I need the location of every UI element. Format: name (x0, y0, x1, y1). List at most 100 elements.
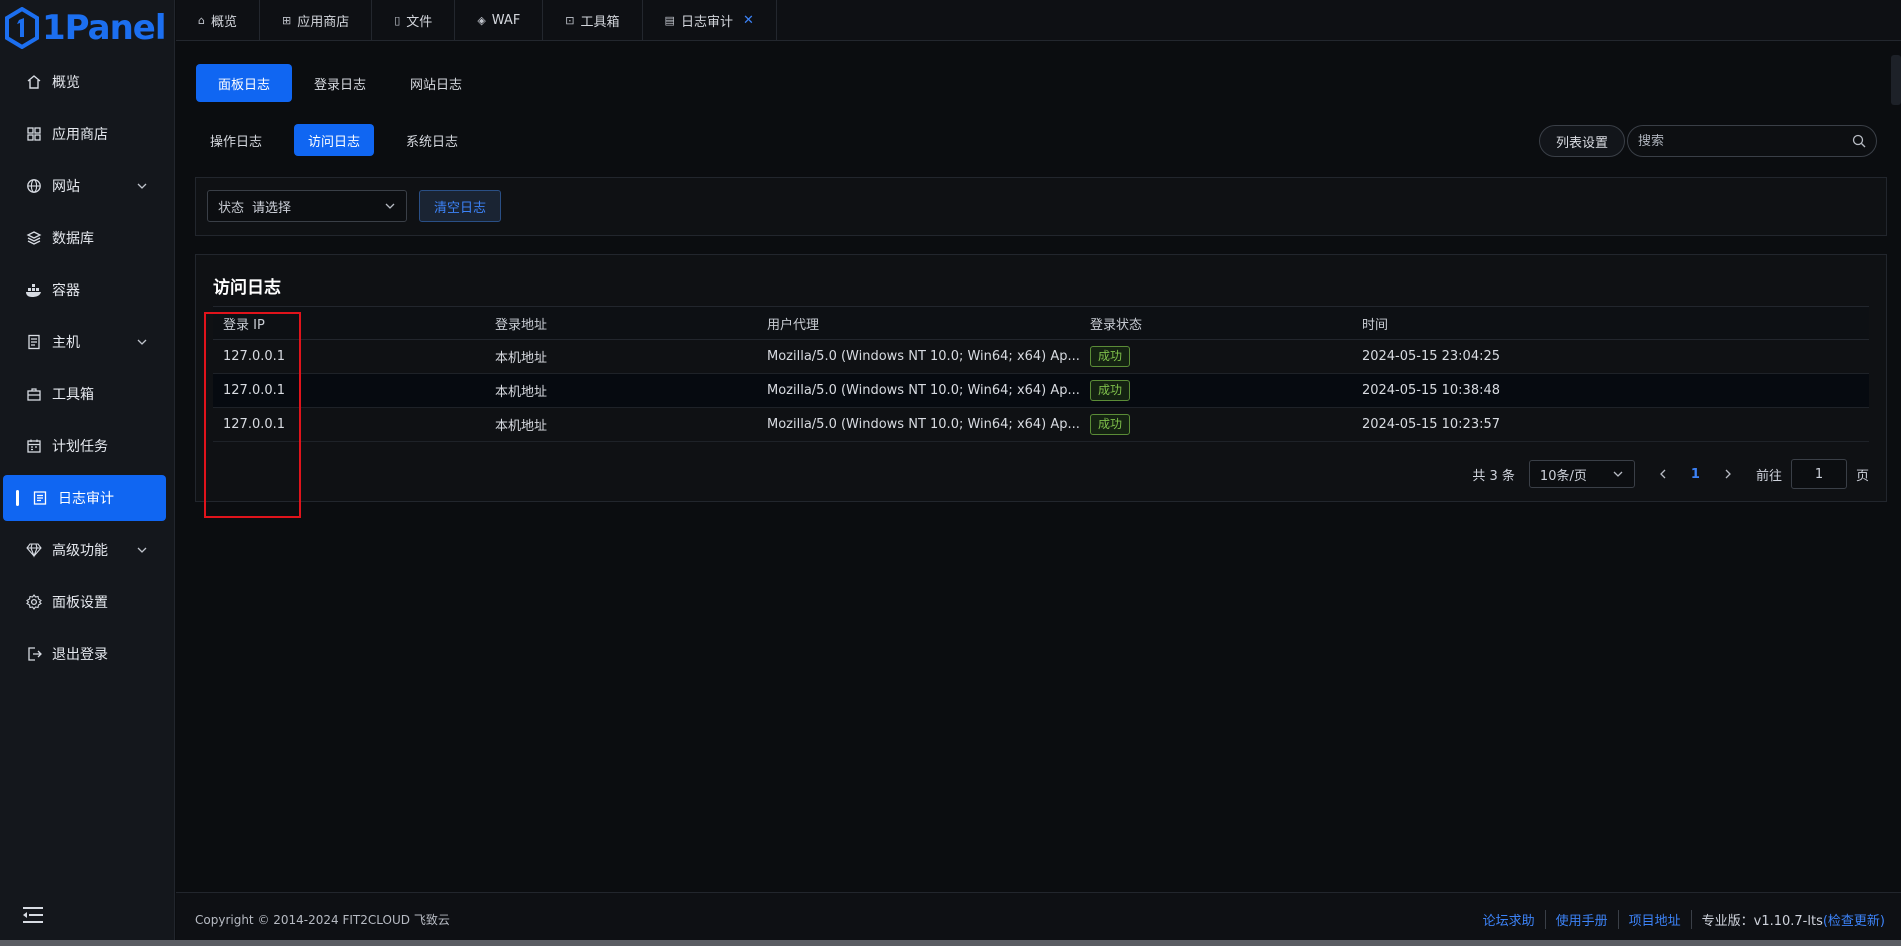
calendar-icon (25, 437, 43, 455)
sidebar-item-log-audit[interactable]: 日志审计 (3, 475, 166, 521)
tab-bar: ⌂ 概览 ⊞ 应用商店 ▯ 文件 ◈ WAF ⊡ 工具箱 ▤ 日志审计 ✕ (176, 0, 1901, 41)
tab-operation-log[interactable]: 操作日志 (196, 124, 276, 156)
tab-label: 文件 (406, 15, 433, 30)
cell-status: 成功 (1079, 339, 1352, 374)
cell-time: 2024-05-15 10:23:57 (1351, 407, 1869, 442)
website-log-button[interactable]: 网站日志 (388, 64, 484, 102)
chevron-right-icon[interactable] (1722, 468, 1734, 480)
toolbox-icon (25, 385, 43, 403)
status-label: 状态 (218, 200, 245, 216)
footer: Copyright © 2014-2024 FIT2CLOUD 飞致云 论坛求助… (176, 892, 1901, 946)
copyright-text: Copyright © 2014-2024 FIT2CLOUD 飞致云 (195, 913, 450, 927)
table-row[interactable]: 127.0.0.1 本机地址 Mozilla/5.0 (Windows NT 1… (213, 373, 1869, 408)
column-header-address[interactable]: 登录地址 (485, 306, 757, 340)
sidebar-item-toolbox[interactable]: 工具箱 (3, 371, 166, 417)
status-select[interactable]: 状态 请选择 (207, 190, 407, 222)
sidebar-item-label: 退出登录 (52, 647, 108, 663)
search-input[interactable] (1638, 133, 1852, 149)
sidebar-item-settings[interactable]: 面板设置 (3, 579, 166, 625)
gear-icon (25, 593, 43, 611)
card-title: 访问日志 (213, 278, 281, 298)
tab-app-store[interactable]: ⊞ 应用商店 (260, 0, 373, 41)
sidebar-menu: 概览 应用商店 网站 数据库 容器 主机 工具箱 计划任务 日志审计 高级功能 … (0, 59, 174, 677)
tab-files[interactable]: ▯ 文件 (372, 0, 456, 41)
page-number[interactable]: 1 (1691, 467, 1700, 482)
sidebar-item-label: 应用商店 (52, 127, 108, 143)
search-icon[interactable] (1852, 134, 1866, 148)
manual-link[interactable]: 使用手册 (1546, 910, 1619, 929)
tab-toolbox[interactable]: ⊡ 工具箱 (543, 0, 643, 41)
column-settings-button[interactable]: 列表设置 (1538, 125, 1625, 157)
goto-page-input[interactable]: 1 (1790, 459, 1847, 489)
project-link[interactable]: 项目地址 (1619, 910, 1692, 929)
tab-label: 概览 (210, 15, 237, 30)
sidebar-item-app-store[interactable]: 应用商店 (3, 111, 166, 157)
status-placeholder: 请选择 (252, 200, 292, 216)
cell-user-agent: Mozilla/5.0 (Windows NT 10.0; Win64; x64… (757, 373, 1080, 408)
cell-user-agent: Mozilla/5.0 (Windows NT 10.0; Win64; x64… (757, 407, 1080, 442)
log-icon (31, 489, 49, 507)
tab-label: 日志审计 (680, 15, 733, 30)
log-type-switcher: 面板日志 登录日志 网站日志 (196, 64, 484, 102)
chevron-down-icon (137, 339, 147, 345)
column-header-time[interactable]: 时间 (1351, 306, 1869, 340)
column-header-user-agent[interactable]: 用户代理 (757, 306, 1080, 340)
sidebar-item-cron[interactable]: 计划任务 (3, 423, 166, 469)
panel-log-button[interactable]: 面板日志 (196, 64, 293, 102)
tab-log-audit[interactable]: ▤ 日志审计 ✕ (643, 0, 777, 41)
sidebar-item-logout[interactable]: 退出登录 (3, 631, 166, 677)
docker-icon (25, 281, 43, 299)
forum-link[interactable]: 论坛求助 (1473, 910, 1546, 929)
sidebar-item-container[interactable]: 容器 (3, 267, 166, 313)
sidebar-item-label: 概览 (52, 75, 80, 91)
diamond-icon (25, 541, 43, 559)
sidebar-item-label: 计划任务 (52, 439, 108, 455)
check-update-link[interactable]: (检查更新) (1823, 914, 1885, 929)
shield-icon: ◈ (477, 14, 486, 27)
sidebar-item-host[interactable]: 主机 (3, 319, 166, 365)
table-toolbar: 列表设置 (1538, 125, 1877, 157)
status-badge: 成功 (1089, 380, 1130, 401)
tab-overview[interactable]: ⌂ 概览 (176, 0, 260, 41)
sidebar-item-label: 面板设置 (52, 595, 108, 611)
table-row[interactable]: 127.0.0.1 本机地址 Mozilla/5.0 (Windows NT 1… (213, 339, 1869, 374)
1panel-logo-icon (5, 6, 39, 49)
cell-address: 本机地址 (485, 407, 757, 442)
sidebar-item-advanced[interactable]: 高级功能 (3, 527, 166, 573)
status-badge: 成功 (1089, 346, 1130, 367)
cell-time: 2024-05-15 23:04:25 (1351, 339, 1869, 374)
chevron-left-icon[interactable] (1657, 468, 1669, 480)
brand-logo[interactable]: 1Panel (0, 0, 174, 55)
sidebar-item-overview[interactable]: 概览 (3, 59, 166, 105)
sidebar-item-label: 网站 (52, 179, 80, 195)
clear-log-button[interactable]: 清空日志 (419, 190, 502, 222)
sidebar-item-website[interactable]: 网站 (3, 163, 166, 209)
close-icon[interactable]: ✕ (743, 13, 754, 28)
scrollbar[interactable] (1891, 55, 1901, 105)
access-log-table: 登录 IP 登录地址 用户代理 登录状态 时间 127.0.0.1 本机地址 M… (213, 306, 1869, 442)
column-header-status[interactable]: 登录状态 (1079, 306, 1352, 340)
sidebar-item-label: 主机 (52, 335, 80, 351)
sidebar-item-label: 容器 (52, 283, 80, 299)
tab-access-log[interactable]: 访问日志 (294, 124, 375, 156)
sidebar-item-database[interactable]: 数据库 (3, 215, 166, 261)
login-log-button[interactable]: 登录日志 (292, 64, 388, 102)
log-icon: ▤ (664, 14, 675, 27)
table-row[interactable]: 127.0.0.1 本机地址 Mozilla/5.0 (Windows NT 1… (213, 407, 1869, 442)
edition-label: 专业版： (1701, 914, 1754, 929)
page-size-select[interactable]: 10条/页 (1528, 460, 1635, 488)
cell-time: 2024-05-15 10:38:48 (1351, 373, 1869, 408)
menu-collapse-icon[interactable] (22, 906, 44, 924)
app-window: 1Panel 概览 应用商店 网站 数据库 容器 主机 工具箱 计划任务 日志审… (0, 0, 1901, 946)
server-icon (25, 333, 43, 351)
sidebar-item-label: 日志审计 (58, 491, 114, 507)
sidebar: 1Panel 概览 应用商店 网站 数据库 容器 主机 工具箱 计划任务 日志审… (0, 0, 175, 946)
tab-system-log[interactable]: 系统日志 (392, 124, 472, 156)
cell-status: 成功 (1079, 373, 1352, 408)
table-header-row: 登录 IP 登录地址 用户代理 登录状态 时间 (213, 306, 1869, 340)
tab-waf[interactable]: ◈ WAF (455, 0, 544, 41)
file-icon: ▯ (394, 14, 401, 27)
pagination: 共 3 条 10条/页 1 前往 1 页 (1472, 459, 1869, 489)
home-icon (25, 73, 43, 91)
access-log-card: 访问日志 登录 IP 登录地址 用户代理 登录状态 时间 127.0.0.1 本 (195, 254, 1887, 502)
